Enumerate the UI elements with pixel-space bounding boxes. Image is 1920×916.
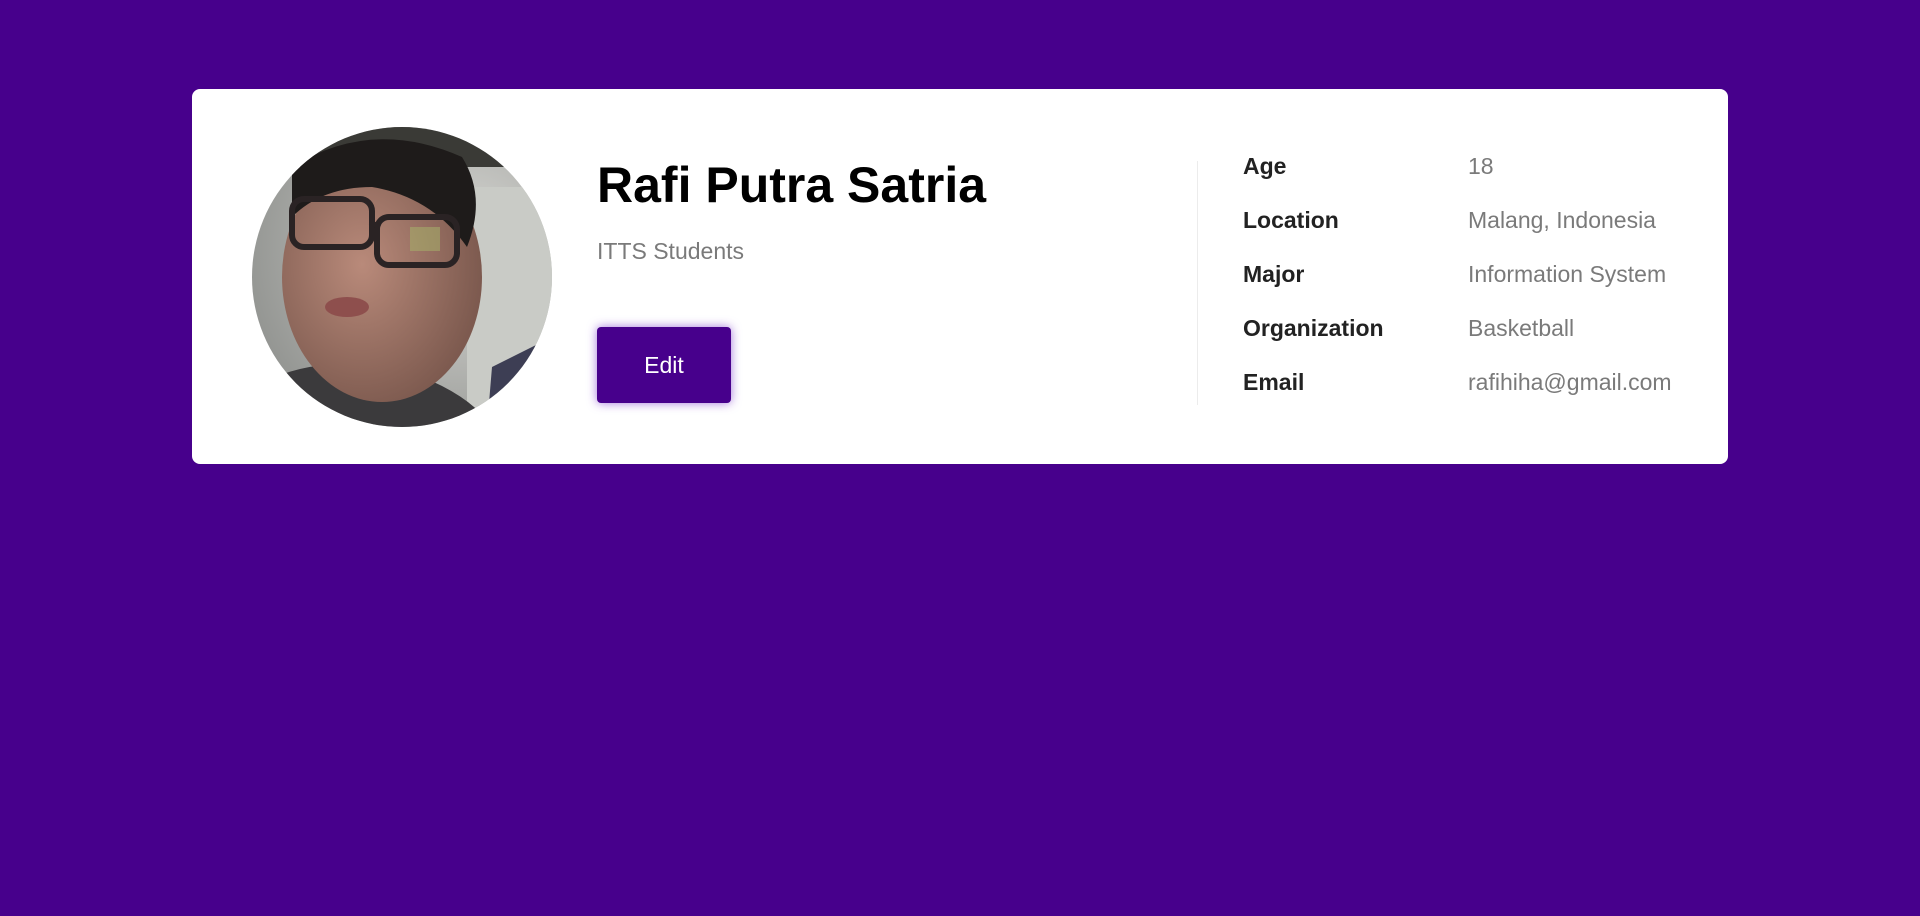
details-list: Age 18 Location Malang, Indonesia Major … [1243, 153, 1713, 423]
detail-value: Malang, Indonesia [1468, 207, 1656, 233]
avatar [252, 127, 552, 427]
detail-row-major: Major Information System [1243, 261, 1713, 315]
edit-button[interactable]: Edit [597, 327, 731, 403]
divider [1197, 161, 1198, 405]
detail-value: 18 [1468, 153, 1494, 179]
detail-label: Email [1243, 369, 1305, 395]
detail-row-location: Location Malang, Indonesia [1243, 207, 1713, 261]
detail-row-age: Age 18 [1243, 153, 1713, 207]
detail-value: rafihiha@gmail.com [1468, 369, 1672, 395]
profile-name: Rafi Putra Satria [597, 157, 987, 213]
detail-label: Organization [1243, 315, 1384, 341]
detail-label: Major [1243, 261, 1305, 287]
identity-block: Rafi Putra Satria ITTS Students [597, 159, 1157, 264]
detail-row-email: Email rafihiha@gmail.com [1243, 369, 1713, 423]
detail-label: Location [1243, 207, 1339, 233]
detail-row-organization: Organization Basketball [1243, 315, 1713, 369]
profile-card: Rafi Putra Satria ITTS Students Edit Age… [192, 89, 1728, 464]
profile-subtitle: ITTS Students [597, 238, 745, 264]
detail-value: Basketball [1468, 315, 1575, 341]
avatar-photo-icon [252, 127, 552, 427]
detail-value: Information System [1468, 261, 1667, 287]
detail-label: Age [1243, 153, 1287, 179]
